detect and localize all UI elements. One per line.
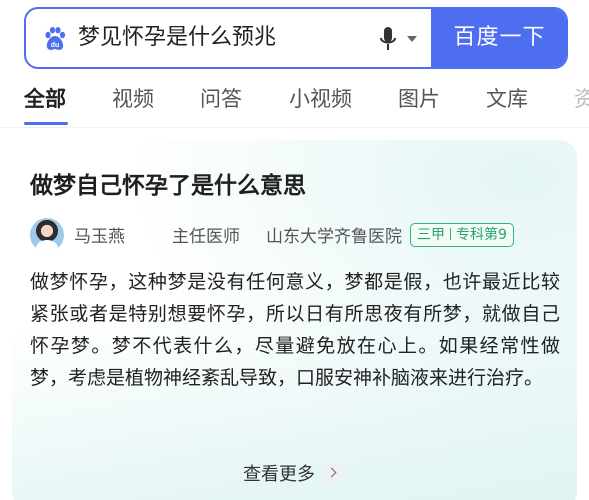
tab-video[interactable]: 视频 xyxy=(112,82,154,116)
answer-card: 做梦自己怀孕了是什么意思 马玉燕 主任医师 山东大学齐鲁医院 三甲 专科第9 做梦… xyxy=(12,140,577,500)
tab-short-video[interactable]: 小视频 xyxy=(289,82,352,116)
doctor-info: 马玉燕 主任医师 山东大学齐鲁医院 三甲 专科第9 xyxy=(30,218,570,252)
microphone-icon[interactable] xyxy=(379,26,397,52)
search-input[interactable]: 梦见怀孕是什么预兆 xyxy=(78,9,276,67)
tabs-divider xyxy=(0,127,589,128)
baidu-paw-icon: du xyxy=(45,27,66,50)
search-bar: du 梦见怀孕是什么预兆 百度一下 xyxy=(24,7,568,69)
hospital-name: 山东大学齐鲁医院 xyxy=(266,227,402,247)
active-tab-indicator xyxy=(24,122,68,125)
chevron-right-icon[interactable] xyxy=(321,462,343,484)
card-title[interactable]: 做梦自己怀孕了是什么意思 xyxy=(30,166,306,200)
doctor-name[interactable]: 马玉燕 xyxy=(74,222,125,247)
badge-level: 三甲 xyxy=(417,227,445,243)
tab-qa[interactable]: 问答 xyxy=(200,82,242,116)
chevron-down-icon[interactable] xyxy=(407,36,417,42)
search-tabs: 全部 视频 问答 小视频 图片 文库 资 xyxy=(24,82,589,125)
view-more-label[interactable]: 查看更多 xyxy=(243,464,315,485)
search-button[interactable]: 百度一下 xyxy=(431,9,566,67)
hospital-badge: 三甲 专科第9 xyxy=(410,223,514,247)
svg-text:du: du xyxy=(51,42,60,49)
tab-library[interactable]: 文库 xyxy=(486,82,528,116)
avatar[interactable] xyxy=(30,218,64,252)
answer-text: 做梦怀孕，这种梦是没有任何意义，梦都是假，也许最近比较紧张或者是特别想要怀孕，所… xyxy=(30,266,560,394)
answer-paragraph: 做梦怀孕，这种梦是没有任何意义，梦都是假，也许最近比较紧张或者是特别想要怀孕，所… xyxy=(30,271,560,389)
tab-all[interactable]: 全部 xyxy=(24,82,66,116)
tab-more[interactable]: 资 xyxy=(574,82,589,116)
badge-specialty: 专科第9 xyxy=(456,227,507,243)
search-box[interactable]: du 梦见怀孕是什么预兆 百度一下 xyxy=(24,7,568,69)
tab-images[interactable]: 图片 xyxy=(398,82,440,116)
view-more-button[interactable]: 查看更多 xyxy=(243,460,343,488)
doctor-title: 主任医师 xyxy=(172,227,240,247)
